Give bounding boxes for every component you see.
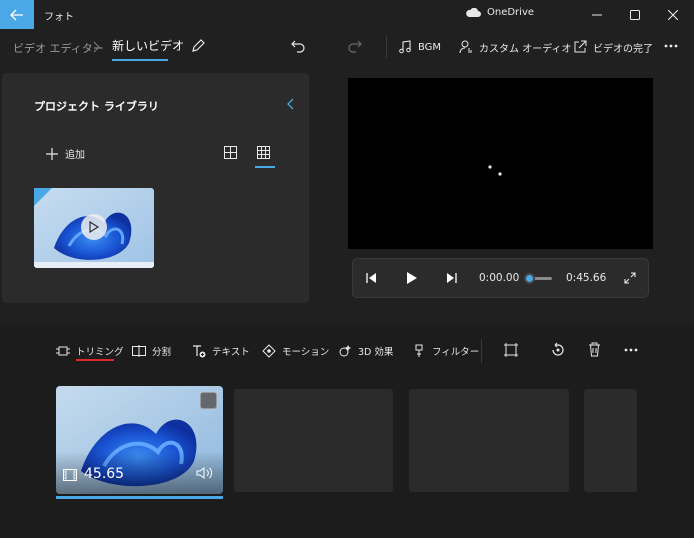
toolbar-divider [386, 36, 387, 58]
custom-audio-label: カスタム オーディオ [479, 43, 572, 55]
volume-icon[interactable] [196, 466, 214, 480]
more-icon[interactable] [664, 44, 678, 48]
crop-icon[interactable] [504, 343, 518, 357]
filter-icon [415, 344, 423, 357]
maximize-icon [630, 9, 640, 20]
minimize-button[interactable] [580, 0, 614, 29]
maximize-button[interactable] [618, 0, 652, 29]
view-selected-indicator [255, 166, 275, 168]
chevron-right-icon [93, 41, 100, 53]
finish-video-button[interactable]: ビデオの完了 [573, 37, 653, 57]
close-button[interactable] [656, 0, 690, 29]
previous-frame-icon[interactable] [365, 272, 377, 284]
fullscreen-icon[interactable] [624, 272, 636, 284]
custom-audio-button[interactable]: カスタム オーディオ [459, 37, 571, 57]
split-icon [132, 345, 146, 357]
play-icon[interactable] [406, 271, 418, 285]
chevron-left-icon[interactable] [287, 98, 295, 110]
clip-duration: 45.65 [84, 466, 125, 482]
text-add-icon [193, 344, 206, 357]
trim-tool-button[interactable]: トリミング [56, 343, 124, 359]
clip-select-checkbox[interactable] [200, 392, 217, 409]
onedrive-label: OneDrive [487, 7, 535, 18]
onedrive-status[interactable]: OneDrive [465, 7, 534, 18]
rotate-icon[interactable] [550, 342, 566, 358]
finish-video-label: ビデオの完了 [593, 43, 653, 55]
motion-label: モーション [282, 347, 330, 358]
3d-effects-icon [339, 345, 351, 357]
close-icon [668, 9, 678, 20]
filters-tool-button[interactable]: フィルター [414, 343, 479, 359]
more-icon[interactable] [624, 348, 638, 352]
redo-icon[interactable] [347, 38, 363, 54]
film-strip-icon [63, 469, 77, 481]
large-grid-icon[interactable] [224, 146, 237, 159]
filters-label: フィルター [432, 347, 480, 358]
play-icon [89, 221, 99, 233]
empty-clip-slot [584, 389, 637, 492]
current-time: 0:00.00 [479, 272, 520, 284]
breadcrumb-video-editor[interactable]: ビデオ エディター [13, 40, 104, 56]
empty-clip-slot [234, 389, 393, 492]
bgm-label: BGM [418, 41, 442, 53]
add-media-button[interactable]: 追加 [46, 146, 85, 161]
next-frame-icon[interactable] [446, 272, 458, 284]
library-title: プロジェクト ライブラリ [34, 100, 159, 113]
total-time: 0:45.66 [566, 272, 607, 284]
storyboard-toolbar-divider [481, 339, 482, 363]
text-tool-button[interactable]: テキスト [192, 343, 250, 359]
play-overlay-button[interactable] [81, 214, 107, 240]
loading-indicator-icon [488, 165, 502, 176]
trash-icon[interactable] [588, 342, 601, 357]
trim-highlight-underline [76, 359, 114, 361]
minimize-icon [592, 14, 602, 15]
scrub-thumb[interactable] [524, 273, 535, 284]
3d-effects-label: 3D 効果 [358, 347, 394, 358]
empty-clip-slot [409, 389, 569, 492]
app-title: フォト [44, 12, 74, 23]
clip-selected-indicator [56, 496, 223, 499]
video-preview [348, 78, 653, 249]
share-icon [574, 40, 587, 53]
motion-icon [262, 344, 276, 358]
split-tool-button[interactable]: 分割 [132, 343, 171, 359]
person-audio-icon [459, 40, 472, 54]
undo-icon[interactable] [290, 38, 306, 54]
music-note-icon [399, 40, 411, 54]
3d-effects-tool-button[interactable]: 3D 効果 [338, 343, 393, 359]
cloud-icon [466, 7, 481, 17]
back-button[interactable] [0, 0, 34, 29]
project-title: 新しいビデオ [112, 39, 185, 53]
split-label: 分割 [152, 347, 172, 358]
pencil-icon[interactable] [190, 38, 206, 54]
small-grid-icon[interactable] [257, 146, 270, 159]
plus-icon [46, 147, 58, 160]
arrow-left-icon [10, 9, 23, 20]
trim-label: トリミング [76, 347, 124, 358]
selection-corner-marker [34, 188, 52, 206]
add-label: 追加 [65, 150, 85, 161]
motion-tool-button[interactable]: モーション [262, 343, 329, 359]
trim-icon [56, 346, 70, 356]
bgm-button[interactable]: BGM [398, 37, 441, 57]
project-title-underline [112, 59, 168, 61]
text-label: テキスト [212, 347, 250, 358]
